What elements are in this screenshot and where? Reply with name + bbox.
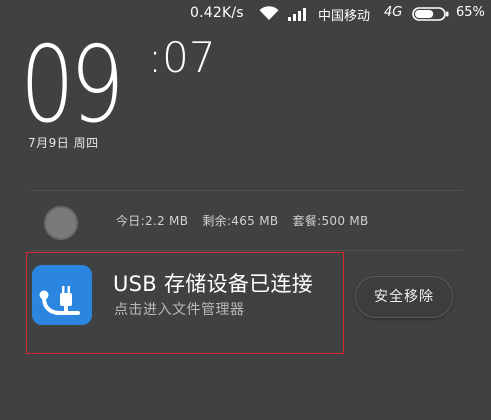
- data-remaining: 剩余:465 MB: [202, 214, 279, 228]
- data-usage-circle-icon: [44, 206, 78, 240]
- divider: [30, 250, 462, 251]
- usb-icon: [32, 265, 92, 325]
- divider: [30, 190, 462, 191]
- data-package: 套餐:500 MB: [292, 214, 369, 228]
- battery-icon: [412, 7, 449, 21]
- data-usage-row[interactable]: 今日:2.2 MB 剩余:465 MB 套餐:500 MB: [30, 192, 462, 248]
- notification-title: USB 存储设备已连接: [113, 272, 314, 296]
- safe-remove-button[interactable]: 安全移除: [355, 276, 453, 318]
- net-speed: 0.42K/s: [190, 5, 244, 21]
- lockscreen-clock: 09 :07: [20, 30, 240, 140]
- data-usage-text: 今日:2.2 MB 剩余:465 MB 套餐:500 MB: [116, 212, 379, 229]
- battery-percent: 65%: [456, 5, 485, 20]
- clock-hours: 09: [20, 24, 125, 146]
- network-type: 4G: [384, 5, 403, 20]
- clock-minutes: :07: [148, 33, 216, 82]
- wifi-icon: [259, 6, 279, 20]
- data-today: 今日:2.2 MB: [116, 214, 189, 228]
- signal-bars-icon: [288, 8, 306, 21]
- carrier-name: 中国移动: [318, 9, 371, 24]
- notification-subtitle: 点击进入文件管理器: [114, 302, 245, 318]
- date-label: 7月9日 周四: [28, 136, 99, 150]
